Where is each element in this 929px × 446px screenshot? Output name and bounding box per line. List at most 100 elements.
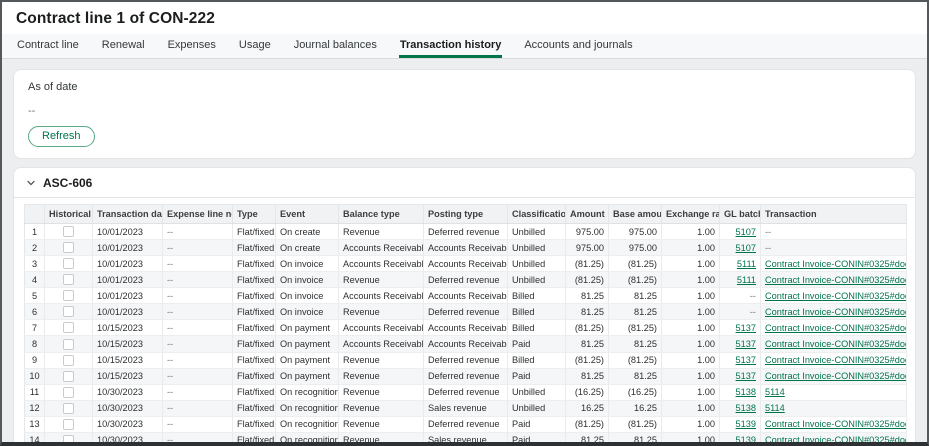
tab-expenses[interactable]: Expenses [167, 39, 217, 58]
transaction-link[interactable]: Contract Invoice-CONIN#0325#doc [765, 259, 907, 269]
table-row: 1110/30/2023--Flat/fixedOn recognitionRe… [25, 384, 907, 400]
transaction-link[interactable]: 5114 [765, 403, 785, 413]
historical-cell [45, 352, 93, 368]
asc-606-section-header[interactable]: ASC-606 [14, 168, 915, 198]
transaction-cell: Contract Invoice-CONIN#0325#doc [761, 304, 907, 320]
row-number: 3 [25, 256, 45, 272]
historical-cell [45, 368, 93, 384]
refresh-button[interactable]: Refresh [28, 126, 95, 147]
historical-checkbox[interactable] [63, 290, 74, 301]
transaction-link[interactable]: Contract Invoice-CONIN#0325#doc [765, 339, 907, 349]
posting-type-cell: Deferred revenue [424, 416, 508, 432]
posting-type-cell: Accounts Receivable [424, 288, 508, 304]
amount-cell: 16.25 [566, 400, 609, 416]
exchange-rate-cell: 1.00 [662, 320, 720, 336]
historical-cell [45, 416, 93, 432]
row-number: 8 [25, 336, 45, 352]
gl-batch-link[interactable]: 5107 [736, 243, 756, 253]
historical-checkbox[interactable] [63, 435, 74, 442]
historical-checkbox[interactable] [63, 306, 74, 317]
balance-type-cell: Revenue [339, 304, 424, 320]
row-number: 4 [25, 272, 45, 288]
transaction-date-cell: 10/30/2023 [93, 400, 163, 416]
event-cell: On invoice [276, 304, 339, 320]
historical-checkbox[interactable] [63, 274, 74, 285]
classification-cell: Billed [508, 352, 566, 368]
col-header-historical: Historical [45, 205, 93, 224]
posting-type-cell: Deferred revenue [424, 352, 508, 368]
historical-checkbox[interactable] [63, 226, 74, 237]
table-row: 710/15/2023--Flat/fixedOn paymentAccount… [25, 320, 907, 336]
gl-batch-cell: 5111 [720, 256, 761, 272]
gl-batch-link[interactable]: 5107 [736, 227, 756, 237]
transaction-link[interactable]: 5114 [765, 387, 785, 397]
transaction-table-head: HistoricalTransaction dateExpense line n… [25, 205, 907, 224]
col-header-transaction: Transaction [761, 205, 907, 224]
historical-checkbox[interactable] [63, 387, 74, 398]
row-number: 7 [25, 320, 45, 336]
transaction-link[interactable]: Contract Invoice-CONIN#0325#doc [765, 435, 907, 442]
tab-usage[interactable]: Usage [238, 39, 272, 58]
transaction-link[interactable]: Contract Invoice-CONIN#0325#doc [765, 291, 907, 301]
transaction-link[interactable]: Contract Invoice-CONIN#0325#doc [765, 419, 907, 429]
transaction-link[interactable]: Contract Invoice-CONIN#0325#doc [765, 371, 907, 381]
transaction-cell: Contract Invoice-CONIN#0325#doc [761, 336, 907, 352]
historical-checkbox[interactable] [63, 403, 74, 414]
gl-batch-link[interactable]: 5111 [737, 259, 756, 269]
gl-batch-cell: 5107 [720, 240, 761, 256]
event-cell: On invoice [276, 256, 339, 272]
historical-checkbox[interactable] [63, 339, 74, 350]
amount-cell: 975.00 [566, 224, 609, 240]
classification-cell: Unbilled [508, 272, 566, 288]
gl-batch-link[interactable]: 5137 [736, 355, 756, 365]
col-header-expense-line-no: Expense line no. [163, 205, 233, 224]
historical-checkbox[interactable] [63, 371, 74, 382]
event-cell: On invoice [276, 272, 339, 288]
posting-type-cell: Deferred revenue [424, 368, 508, 384]
gl-batch-link[interactable]: 5137 [736, 371, 756, 381]
gl-batch-link[interactable]: 5138 [736, 387, 756, 397]
type-cell: Flat/fixed [233, 288, 276, 304]
col-header-amount: Amount [566, 205, 609, 224]
gl-batch-link[interactable]: 5139 [736, 419, 756, 429]
amount-cell: 81.25 [566, 432, 609, 442]
historical-checkbox[interactable] [63, 419, 74, 430]
gl-batch-link[interactable]: 5137 [736, 339, 756, 349]
transaction-link[interactable]: Contract Invoice-CONIN#0325#doc [765, 275, 907, 285]
gl-batch-link[interactable]: 5111 [737, 275, 756, 285]
historical-checkbox[interactable] [63, 242, 74, 253]
transaction-link[interactable]: Contract Invoice-CONIN#0325#doc [765, 307, 907, 317]
type-cell: Flat/fixed [233, 416, 276, 432]
type-cell: Flat/fixed [233, 384, 276, 400]
transaction-cell: 5114 [761, 384, 907, 400]
posting-type-cell: Deferred revenue [424, 304, 508, 320]
historical-checkbox[interactable] [63, 258, 74, 269]
transaction-link[interactable]: Contract Invoice-CONIN#0325#doc [765, 323, 907, 333]
amount-cell: 81.25 [566, 288, 609, 304]
tab-journal-balances[interactable]: Journal balances [293, 39, 378, 58]
transaction-cell: Contract Invoice-CONIN#0325#doc [761, 256, 907, 272]
base-amount-cell: 81.25 [609, 368, 662, 384]
historical-checkbox[interactable] [63, 355, 74, 366]
event-cell: On recognition [276, 400, 339, 416]
row-number: 14 [25, 432, 45, 442]
gl-batch-link[interactable]: 5137 [736, 323, 756, 333]
base-amount-cell: 81.25 [609, 304, 662, 320]
tab-contract-line[interactable]: Contract line [16, 39, 80, 58]
expense-line-no-cell: -- [163, 320, 233, 336]
exchange-rate-cell: 1.00 [662, 368, 720, 384]
historical-checkbox[interactable] [63, 322, 74, 333]
as-of-date-label: As of date [28, 81, 901, 93]
gl-batch-cell: 5137 [720, 320, 761, 336]
balance-type-cell: Revenue [339, 272, 424, 288]
balance-type-cell: Accounts Receivable [339, 336, 424, 352]
transaction-table-body: 110/01/2023--Flat/fixedOn createRevenueD… [25, 224, 907, 443]
row-number: 13 [25, 416, 45, 432]
tab-transaction-history[interactable]: Transaction history [399, 39, 502, 58]
transaction-link[interactable]: Contract Invoice-CONIN#0325#doc [765, 355, 907, 365]
gl-batch-link[interactable]: 5138 [736, 403, 756, 413]
tab-renewal[interactable]: Renewal [101, 39, 146, 58]
gl-batch-link[interactable]: 5139 [736, 435, 756, 442]
tab-accounts-and-journals[interactable]: Accounts and journals [523, 39, 633, 58]
classification-cell: Unbilled [508, 384, 566, 400]
